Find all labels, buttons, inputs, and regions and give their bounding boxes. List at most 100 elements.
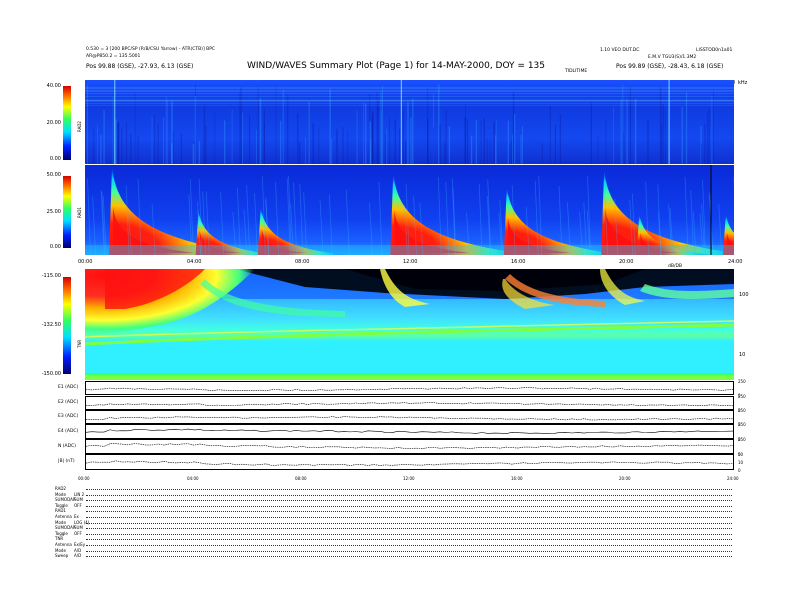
header-right-line2: LISSTOD0n1a01 (696, 48, 733, 53)
line-panel-label: E3 (ADC) (58, 414, 79, 419)
right-pos-label: Pos (616, 63, 627, 70)
line-panel-trace (85, 460, 735, 466)
rad2-svg (85, 80, 734, 164)
footer-label: Antenna (55, 514, 72, 519)
line-panel-trace (85, 428, 735, 434)
footer-value: A/D (74, 547, 82, 553)
line-panel (85, 381, 735, 395)
footer-dotted-line (86, 500, 732, 502)
footer-dotted-line (86, 556, 732, 558)
line-panel-right-tick: 250 (738, 408, 746, 413)
footer-dotted-line (86, 505, 732, 507)
header-left-line2: AR@P850.2 = 135.5001 (86, 54, 141, 59)
rad1-tick-mid: 25.00 (46, 209, 61, 215)
line-panel-svg (85, 460, 735, 466)
rad1-xtick-1: 04:00 (187, 259, 202, 265)
rad2-label: RAD2 (77, 121, 82, 132)
rad1-colorbar (63, 176, 71, 248)
tnr-tick-bottom: -150.00 (41, 371, 61, 377)
line-panel-label: E4 (ADC) (58, 428, 79, 434)
right-pos-value: 99.89 (GSE), -28.43, 6.18 (GSE) (628, 63, 724, 70)
rad1-xtick-5: 20:00 (619, 259, 634, 265)
footer-dotted-line (86, 494, 732, 496)
footer-value: SUM (74, 497, 83, 503)
rad2-tick-bottom: 0.00 (49, 156, 61, 162)
rad1-xtick-6: 24:00 (728, 259, 743, 265)
footer-label: Toggle (55, 502, 68, 508)
line-panel-label: N (ADC) (58, 443, 76, 449)
line-panel-label: E2 (ADC) (58, 400, 79, 405)
footer-value: SUM (74, 525, 83, 531)
rad1-tick-top: 50.00 (46, 172, 61, 178)
bottom-xtick-5: 20:00 (619, 476, 631, 481)
line-panel-trace (85, 443, 735, 449)
line-panel-svg (85, 428, 735, 434)
footer-value: OFF (74, 530, 82, 536)
footer-dotted-line (86, 517, 732, 518)
header-left-line1: 0.530 = 3 [200 BPC/SP (R/B/CSU Yarrow) -… (86, 47, 216, 52)
tnr-spectrogram (85, 269, 734, 380)
rad2-tick-top: 40.00 (46, 83, 61, 89)
line-panel-svg (85, 443, 735, 449)
footer-label: Mode (55, 547, 66, 553)
tnr-colorbar (63, 277, 71, 374)
rad1-xtick-3: 12:00 (403, 259, 418, 265)
footer-dotted-line (86, 539, 732, 541)
line-panel-label: E1 (ADC) (58, 385, 79, 390)
bottom-xtick-6: 24:00 (727, 476, 739, 481)
footer-value: Ex/Ey (74, 542, 86, 547)
footer-value: LIN 2 (74, 491, 85, 497)
line-panel (85, 410, 735, 424)
line-panel (85, 439, 735, 454)
line-panel-trace (85, 416, 735, 421)
footer-dotted-line (86, 522, 732, 524)
tnr-tick-mid: -132.50 (41, 322, 61, 328)
footer-label: Antenna (55, 542, 72, 547)
header-right-line3: E.M.V TGU3(S)/1.3M2 (648, 55, 697, 60)
rad1-spectrogram (85, 165, 734, 255)
line-panel-right-tick: 250 (738, 379, 746, 384)
line-panel-right-tick: 250 (738, 422, 746, 427)
line-panel-right-tick: 250 (738, 394, 746, 399)
rad1-label: RAD1 (77, 207, 82, 218)
line-panel (85, 424, 735, 439)
rad1-colorbar-gradient (63, 176, 71, 248)
bottom-xtick-1: 04:00 (187, 476, 199, 481)
footer-label: TNR (55, 536, 64, 542)
footer-label: SUMODAP (55, 525, 76, 531)
line-panel-label: |B| (nT) (58, 459, 75, 464)
footer-label: RAD2 (55, 486, 66, 491)
footer-label: RAD1 (55, 508, 66, 514)
rad1-svg (85, 165, 734, 255)
footer-value: Ex (74, 514, 79, 519)
rad2-tick-mid: 20.00 (46, 120, 61, 126)
line-panel-right-tick: 0 (738, 468, 741, 473)
rad1-xtick-2: 08:00 (295, 259, 310, 265)
footer-label: Sweep (55, 553, 69, 559)
rad1-tick-bottom: 0.00 (49, 244, 61, 250)
rad2-colorbar-gradient (63, 86, 71, 160)
footer-dotted-line (86, 533, 732, 535)
summary-plot-page: { "header": { "left_line1": "0.530 = 3 [… (0, 0, 792, 612)
footer-label: SUMODAP (55, 497, 76, 503)
line-panel-right-tick: 250 (738, 437, 746, 442)
rad1-baseline (85, 245, 734, 255)
footer-label: Mode (55, 491, 66, 497)
line-panel-trace (85, 402, 735, 407)
tnr-svg (85, 269, 734, 380)
rad1-xtick-4: 16:00 (511, 259, 526, 265)
header-right-line1: 1.10 VEO DUT.DC (600, 48, 640, 53)
line-panel (85, 396, 735, 410)
bottom-xtick-4: 16:00 (511, 476, 523, 481)
footer-label: Mode (55, 519, 66, 525)
line-panel-right-tick: 50 (738, 452, 744, 457)
rad2-right-top: kHz (738, 80, 748, 86)
tnr-right-tick-10: 10 (739, 352, 746, 358)
bottom-xtick-2: 08:00 (295, 476, 307, 481)
tnr-tick-top: -115.00 (41, 273, 61, 279)
rad1-xtick-0: 00:00 (78, 259, 93, 265)
right-pos: Pos 99.89 (GSE), -28.43, 6.18 (GSE) (616, 63, 723, 70)
footer-dotted-line (86, 550, 732, 552)
footer-dotted-line (86, 545, 732, 546)
footer-value: OFF (74, 502, 82, 508)
